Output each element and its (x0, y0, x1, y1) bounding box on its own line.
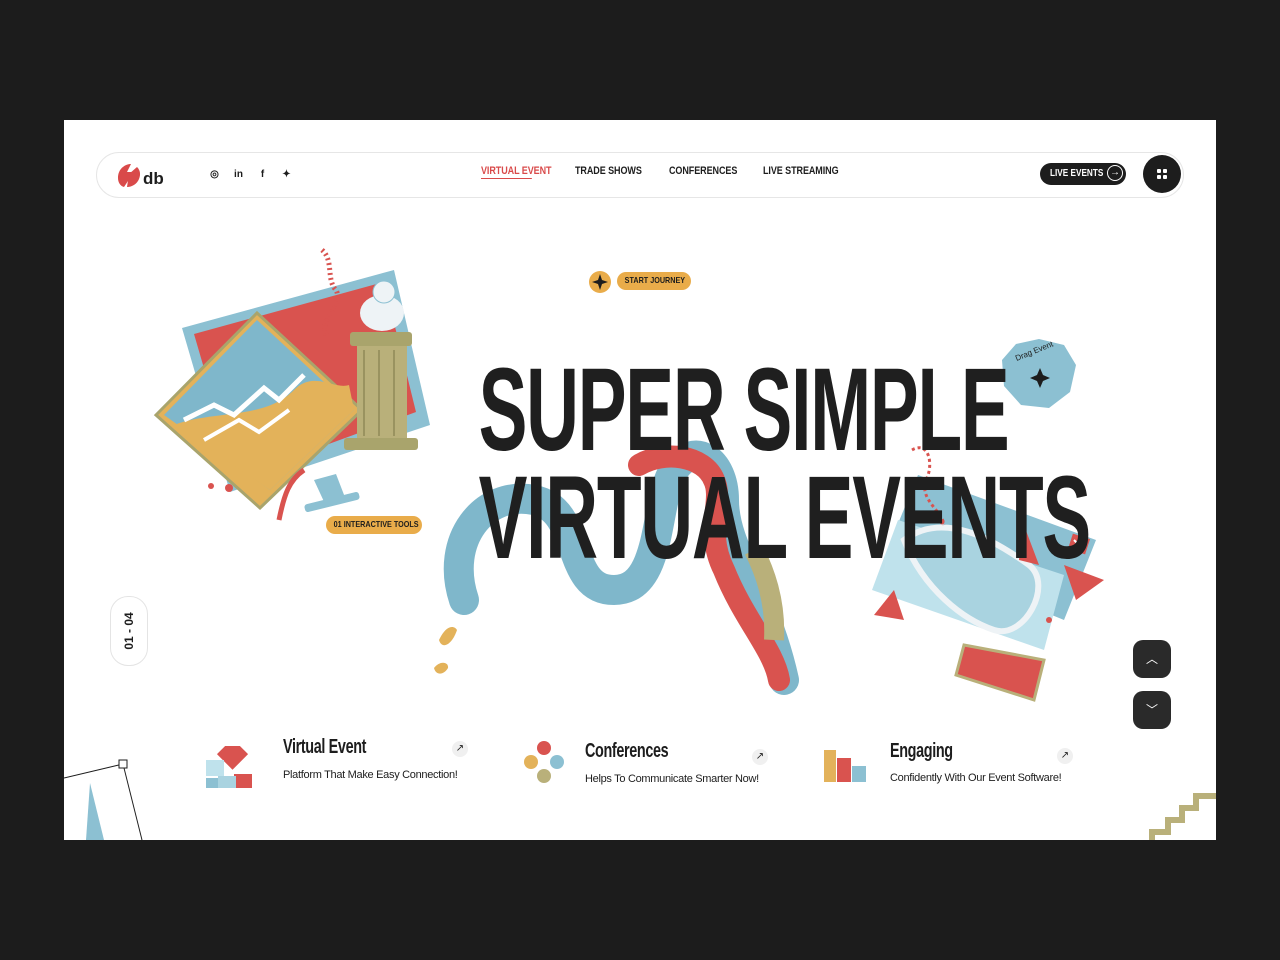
scroll-down-button[interactable]: ﹀ (1133, 691, 1171, 729)
scroll-up-button[interactable]: ︿ (1133, 640, 1171, 678)
feature-subtitle: Confidently With Our Event Software! (890, 772, 1062, 784)
arrow-up-right-icon[interactable]: ↗ (452, 741, 468, 757)
slide-counter-text: 01 - 04 (122, 612, 136, 650)
feature-title: Engaging (890, 740, 953, 762)
slide-counter: 01 - 04 (110, 596, 148, 666)
landing-page: db ◎ in f ✦ VIRTUAL EVENT TRADE SHOWS CO… (64, 120, 1216, 840)
arrow-up-right-icon[interactable]: ↗ (752, 749, 768, 765)
interactive-tools-badge[interactable]: 01 INTERACTIVE TOOLS (326, 516, 422, 534)
drag-event-badge: Drag Event (1002, 339, 1076, 408)
sparkle-icon (592, 274, 608, 290)
hero-headline: SUPER SIMPLE VIRTUAL EVENTS (376, 344, 1092, 584)
start-journey-badge[interactable]: START JOURNEY (617, 272, 691, 290)
headline-line-2: VIRTUAL EVENTS (478, 452, 1092, 584)
chevron-down-icon: ﹀ (1145, 703, 1158, 717)
engaging-icon (824, 750, 866, 782)
start-journey-label: START JOURNEY (624, 275, 686, 285)
arrow-up-right-icon[interactable]: ↗ (1057, 748, 1073, 764)
interactive-tools-label: 01 INTERACTIVE TOOLS (333, 519, 419, 529)
feature-subtitle: Platform That Make Easy Connection! (283, 769, 458, 781)
corner-decoration-right (1149, 793, 1216, 840)
feature-title: Conferences (585, 740, 669, 762)
conferences-icon (524, 741, 564, 783)
headline-line-1: SUPER SIMPLE (478, 344, 1010, 476)
feature-subtitle: Helps To Communicate Smarter Now! (585, 773, 759, 785)
virtual-event-icon (206, 746, 252, 788)
feature-title: Virtual Event (283, 736, 367, 758)
chevron-up-icon: ︿ (1145, 652, 1158, 666)
corner-decoration-left (64, 759, 143, 840)
